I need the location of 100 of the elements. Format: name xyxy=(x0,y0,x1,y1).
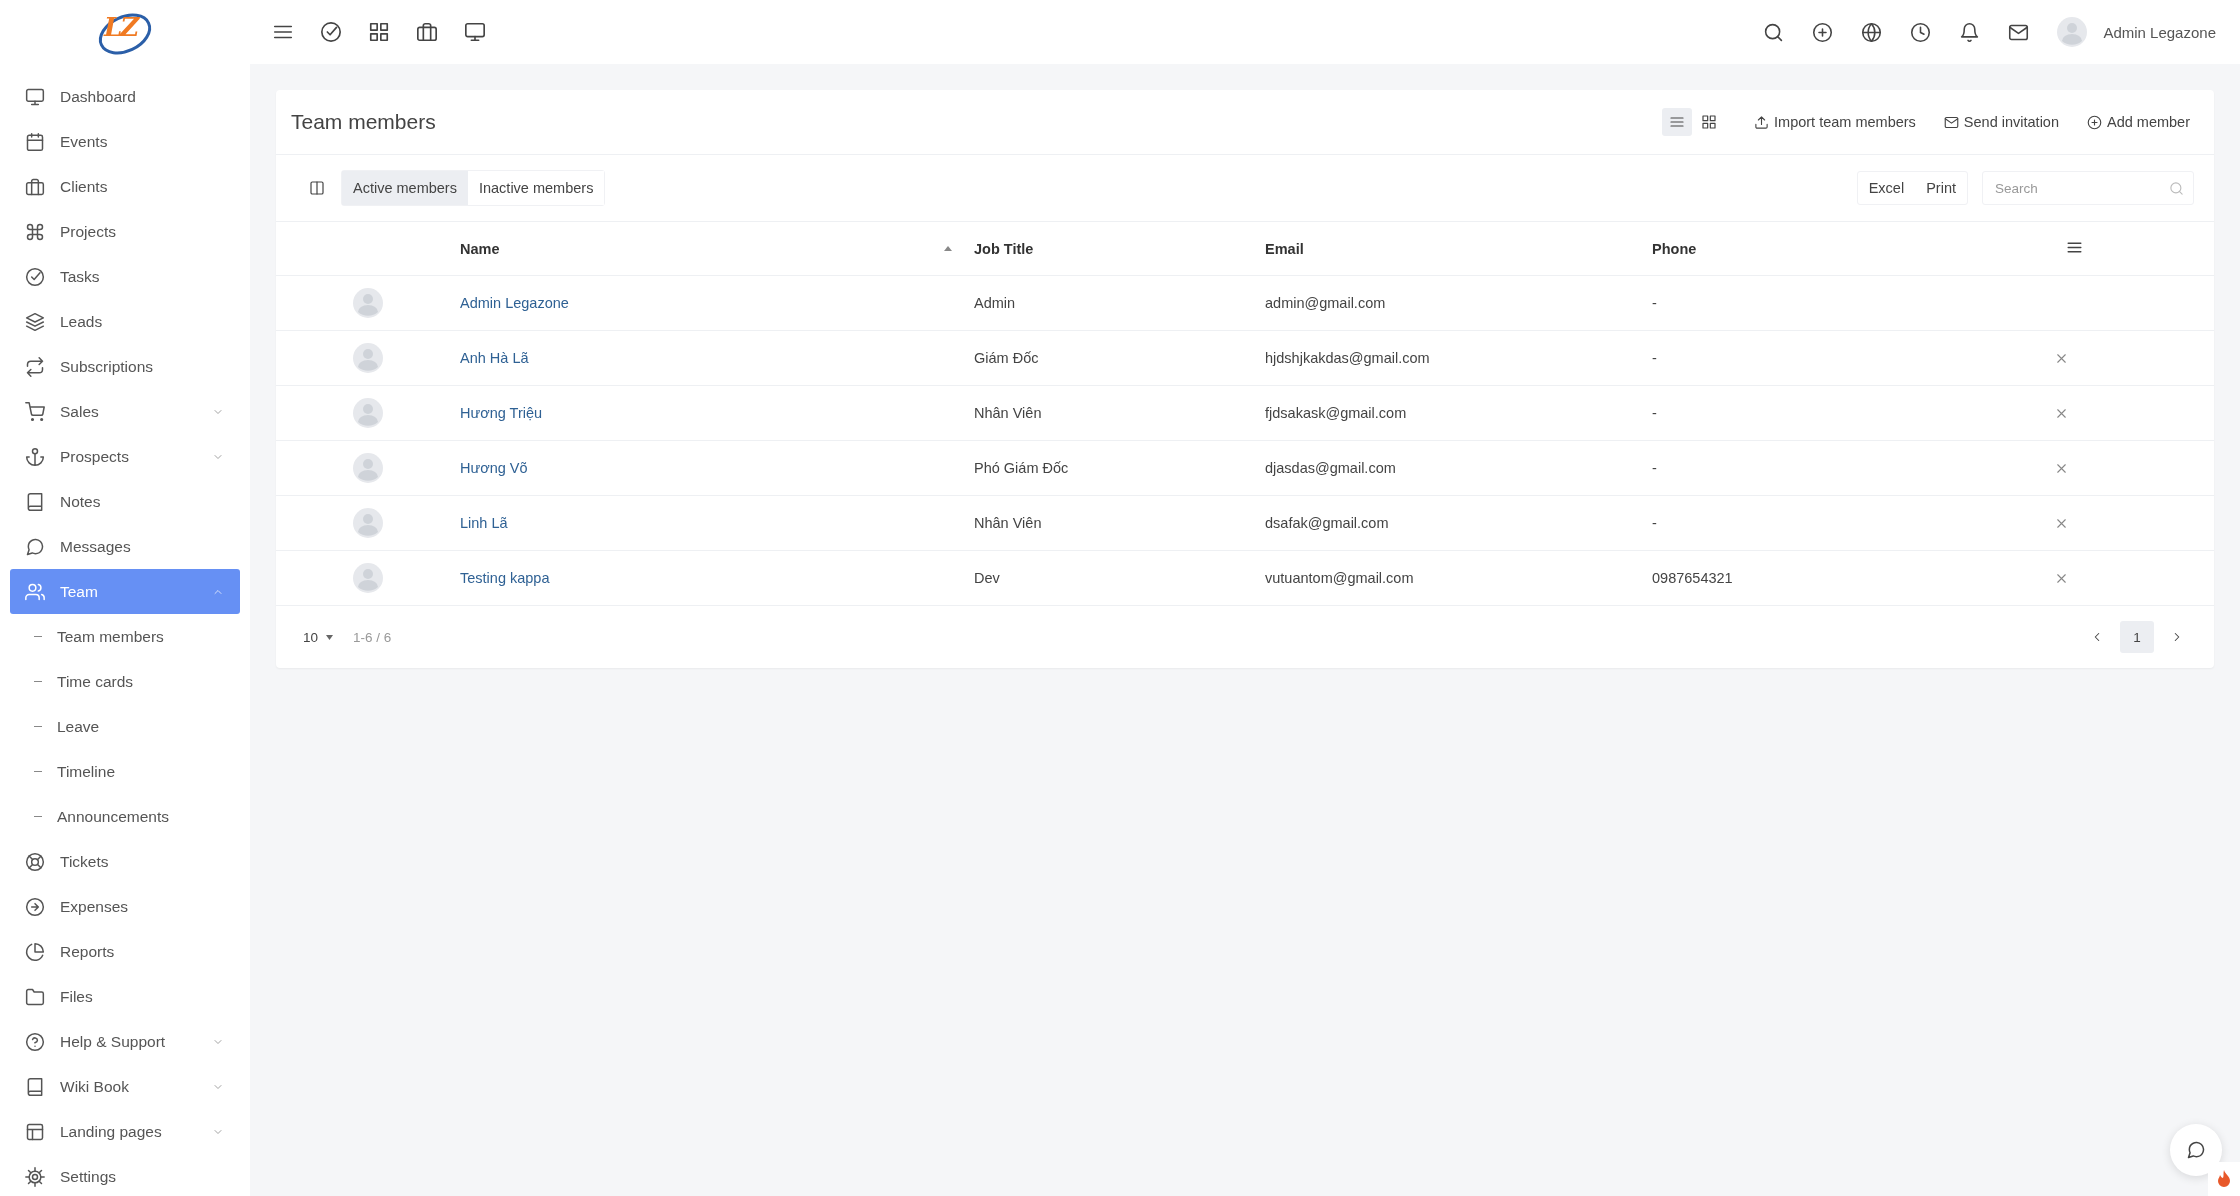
plus-circle-icon xyxy=(2087,114,2102,130)
sidebar-item[interactable]: Messages xyxy=(10,524,240,569)
filter-tab[interactable]: Active members xyxy=(342,171,468,205)
monitor-icon[interactable] xyxy=(464,21,486,43)
member-name-link[interactable]: Admin Legazone xyxy=(450,295,569,311)
nav-icon xyxy=(25,1031,45,1052)
columns-icon xyxy=(309,180,325,196)
sidebar-item[interactable]: Settings xyxy=(10,1154,240,1196)
column-header[interactable]: Phone xyxy=(1642,240,2040,257)
sidebar-item[interactable]: Clients xyxy=(10,164,240,209)
avatar-icon xyxy=(353,343,383,373)
search-icon[interactable] xyxy=(1763,21,1785,43)
phone-cell-text: - xyxy=(1651,350,1658,366)
job-title-cell-text: Giám Đốc xyxy=(973,350,1040,366)
check-circle-icon[interactable] xyxy=(320,21,342,43)
grid-icon xyxy=(1701,114,1718,130)
chat-button[interactable] xyxy=(2170,1124,2222,1176)
sidebar-item[interactable]: Sales xyxy=(10,389,240,434)
sidebar-item[interactable]: Files xyxy=(10,974,240,1019)
member-name-link[interactable]: Hương Triệu xyxy=(450,405,543,421)
sidebar-subitem[interactable]: Team members xyxy=(10,614,240,659)
action-button[interactable]: Send invitation xyxy=(1935,108,2067,136)
sidebar-subitem[interactable]: Timeline xyxy=(10,749,240,794)
caret-icon xyxy=(326,634,334,640)
sidebar-subitem[interactable]: Leave xyxy=(10,704,240,749)
page-button[interactable]: 1 xyxy=(2120,621,2154,653)
nav-icon xyxy=(25,266,45,287)
globe-icon[interactable] xyxy=(1861,21,1883,43)
user-name[interactable]: Admin Legazone xyxy=(2103,23,2216,41)
member-name-link[interactable]: Anh Hà Lã xyxy=(450,350,529,366)
job-title-cell-text: Nhân Viên xyxy=(973,405,1043,421)
nav-icon xyxy=(25,896,45,917)
nav-icon xyxy=(25,356,45,377)
sidebar-item[interactable]: Tasks xyxy=(10,254,240,299)
nav-icon xyxy=(25,536,45,557)
sidebar-subitem[interactable]: Announcements xyxy=(10,794,240,839)
nav-icon xyxy=(25,86,45,107)
email-cell-text: vutuantom@gmail.com xyxy=(1264,570,1415,586)
phone-cell-text: - xyxy=(1651,515,1658,531)
avatar-icon xyxy=(353,563,383,593)
sidebar-subitem[interactable]: Time cards xyxy=(10,659,240,704)
sidebar-item[interactable]: Tickets xyxy=(10,839,240,884)
sidebar-item[interactable]: Landing pages xyxy=(10,1109,240,1154)
column-header[interactable]: Name xyxy=(450,240,964,257)
page-size-select[interactable]: 10 xyxy=(303,629,334,645)
email-cell-text: fjdsakask@gmail.com xyxy=(1264,405,1408,421)
plus-circle-icon[interactable] xyxy=(1812,21,1834,43)
email-cell-text: dsafak@gmail.com xyxy=(1264,515,1390,531)
export-button[interactable]: Print xyxy=(1915,172,1967,204)
nav-icon xyxy=(25,491,45,512)
chat-bubble-icon xyxy=(2186,1140,2206,1160)
sidebar-item[interactable]: Projects xyxy=(10,209,240,254)
email-cell-text: djasdas@gmail.com xyxy=(1264,460,1397,476)
action-button[interactable]: Import team members xyxy=(1746,108,1924,136)
upload-icon xyxy=(1754,114,1770,130)
sidebar-item[interactable]: Subscriptions xyxy=(10,344,240,389)
nav-icon xyxy=(25,851,45,872)
job-title-cell-text: Admin xyxy=(973,295,1017,311)
search-field[interactable]: Search xyxy=(1982,171,2194,205)
nav-icon xyxy=(25,941,45,962)
nav-icon xyxy=(25,1121,45,1142)
phone-cell-text: - xyxy=(1651,460,1658,476)
column-header[interactable]: Job Title xyxy=(964,240,1255,257)
job-title-cell-text: Nhân Viên xyxy=(973,515,1043,531)
nav-icon xyxy=(25,221,45,242)
nav-icon xyxy=(25,581,45,602)
dash-icon xyxy=(34,636,42,637)
sidebar-item[interactable]: Expenses xyxy=(10,884,240,929)
avatar-icon xyxy=(353,453,383,483)
action-button[interactable]: Add member xyxy=(2079,108,2198,136)
sidebar-item[interactable]: Events xyxy=(10,119,240,164)
logo-swoosh-icon xyxy=(96,12,154,56)
sidebar-item[interactable]: Notes xyxy=(10,479,240,524)
member-name-link[interactable]: Linh Lã xyxy=(450,515,508,531)
mail-icon xyxy=(1943,114,1959,130)
phone-cell-text: - xyxy=(1651,405,1658,421)
grid-icon[interactable] xyxy=(368,21,390,43)
card-title: Team members xyxy=(291,110,436,134)
flame-icon xyxy=(2217,1170,2231,1188)
job-title-cell-text: Dev xyxy=(973,570,1001,586)
member-name-link[interactable]: Testing kappa xyxy=(450,570,550,586)
column-header[interactable]: Email xyxy=(1255,240,1642,257)
sidebar-item[interactable]: Prospects xyxy=(10,434,240,479)
flame-badge[interactable] xyxy=(2208,1162,2240,1196)
bell-icon[interactable] xyxy=(1959,21,1981,43)
phone-cell-text: - xyxy=(1651,295,1658,311)
export-button[interactable]: Excel xyxy=(1857,172,1916,204)
nav-icon xyxy=(25,311,45,332)
sidebar-item[interactable]: Wiki Book xyxy=(10,1064,240,1109)
sidebar-item[interactable]: Dashboard xyxy=(10,74,240,119)
list-icon xyxy=(1669,114,1686,130)
sidebar-item[interactable]: Reports xyxy=(10,929,240,974)
sidebar-item[interactable]: Leads xyxy=(10,299,240,344)
clock-icon[interactable] xyxy=(1910,21,1932,43)
sidebar-item[interactable]: Help & Support xyxy=(10,1019,240,1064)
member-name-link[interactable]: Hương Võ xyxy=(450,460,528,476)
avatar-icon xyxy=(353,508,383,538)
page-range: 1-6 / 6 xyxy=(353,629,392,645)
briefcase-icon[interactable] xyxy=(416,21,438,43)
email-cell-text: hjdshjkakdas@gmail.com xyxy=(1264,350,1431,366)
